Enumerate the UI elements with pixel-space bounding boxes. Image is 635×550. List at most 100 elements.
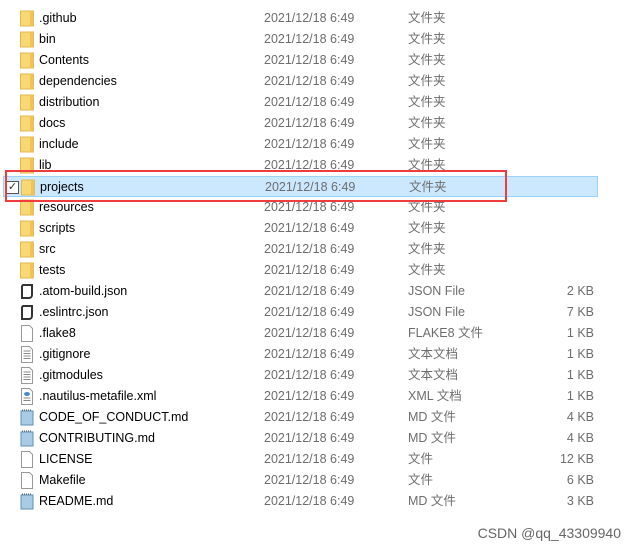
file-type: JSON File	[408, 305, 465, 319]
folder-icon	[20, 10, 34, 27]
file-row[interactable]: resources 2021/12/18 6:49 文件夹	[3, 197, 598, 218]
blank-file-icon	[20, 472, 34, 489]
file-type: 文件夹	[408, 242, 446, 256]
file-type: MD 文件	[408, 410, 456, 424]
row-checkbox[interactable]: ✓	[6, 181, 19, 194]
file-name: tests	[39, 263, 66, 277]
file-type: 文件夹	[408, 116, 446, 130]
file-row[interactable]: LICENSE 2021/12/18 6:49 文件 12 KB	[3, 449, 598, 470]
file-name: Contents	[39, 53, 90, 67]
file-row[interactable]: distribution 2021/12/18 6:49 文件夹	[3, 92, 598, 113]
file-row[interactable]: .nautilus-metafile.xml 2021/12/18 6:49 XML…	[3, 386, 598, 407]
file-type: 文件夹	[408, 32, 446, 46]
file-type: JSON File	[408, 284, 465, 298]
file-row[interactable]: .eslintrc.json 2021/12/18 6:49 JSON File 7 …	[3, 302, 598, 323]
file-date: 2021/12/18 6:49	[264, 11, 355, 25]
file-name: .github	[39, 11, 77, 25]
file-name: .flake8	[39, 326, 76, 340]
file-date: 2021/12/18 6:49	[264, 95, 355, 109]
file-date: 2021/12/18 6:49	[264, 137, 355, 151]
folder-icon	[20, 73, 34, 90]
json-file-icon	[20, 283, 34, 300]
file-size: 1 KB	[566, 326, 594, 340]
file-name: LICENSE	[39, 452, 93, 466]
file-type: 文件夹	[408, 53, 446, 67]
folder-icon	[20, 31, 34, 48]
file-name: bin	[39, 32, 56, 46]
file-date: 2021/12/18 6:49	[264, 242, 355, 256]
file-row[interactable]: ✓ projects 2021/12/18 6:49 文件夹	[3, 176, 598, 197]
file-row[interactable]: .flake8 2021/12/18 6:49 FLAKE8 文件 1 KB	[3, 323, 598, 344]
file-date: 2021/12/18 6:49	[264, 284, 355, 298]
folder-icon	[20, 94, 34, 111]
file-row[interactable]: Makefile 2021/12/18 6:49 文件 6 KB	[3, 470, 598, 491]
file-name: distribution	[39, 95, 100, 109]
folder-icon	[20, 136, 34, 153]
file-date: 2021/12/18 6:49	[264, 326, 355, 340]
folder-icon	[20, 199, 34, 216]
file-row[interactable]: .gitmodules 2021/12/18 6:49 文本文档 1 KB	[3, 365, 598, 386]
file-name: src	[39, 242, 56, 256]
file-row[interactable]: scripts 2021/12/18 6:49 文件夹	[3, 218, 598, 239]
blank-file-icon	[20, 451, 34, 468]
file-row[interactable]: Contents 2021/12/18 6:49 文件夹	[3, 50, 598, 71]
file-date: 2021/12/18 6:49	[264, 347, 355, 361]
text-file-icon	[20, 367, 34, 384]
file-date: 2021/12/18 6:49	[264, 431, 355, 445]
file-size: 4 KB	[566, 410, 594, 424]
file-size: 6 KB	[566, 473, 594, 487]
file-row[interactable]: CODE_OF_CONDUCT.md 2021/12/18 6:49 MD 文件 4 …	[3, 407, 598, 428]
md-file-icon	[20, 409, 34, 426]
json-file-icon	[20, 304, 34, 321]
md-file-icon	[20, 430, 34, 447]
file-row[interactable]: tests 2021/12/18 6:49 文件夹	[3, 260, 598, 281]
folder-icon	[20, 220, 34, 237]
file-date: 2021/12/18 6:49	[264, 116, 355, 130]
file-type: 文件夹	[408, 158, 446, 172]
file-type: 文件夹	[408, 200, 446, 214]
file-date: 2021/12/18 6:49	[264, 74, 355, 88]
file-name: dependencies	[39, 74, 117, 88]
file-name: .eslintrc.json	[39, 305, 109, 319]
file-type: MD 文件	[408, 431, 456, 445]
file-row[interactable]: include 2021/12/18 6:49 文件夹	[3, 134, 598, 155]
file-type: 文件夹	[408, 221, 446, 235]
file-date: 2021/12/18 6:49	[264, 410, 355, 424]
file-date: 2021/12/18 6:49	[264, 263, 355, 277]
file-type: FLAKE8 文件	[408, 326, 484, 340]
file-name: projects	[40, 180, 84, 194]
file-row[interactable]: .gitignore 2021/12/18 6:49 文本文档 1 KB	[3, 344, 598, 365]
file-row[interactable]: docs 2021/12/18 6:49 文件夹	[3, 113, 598, 134]
file-date: 2021/12/18 6:49	[264, 494, 355, 508]
file-row[interactable]: CONTRIBUTING.md 2021/12/18 6:49 MD 文件 4 KB	[3, 428, 598, 449]
watermark: CSDN @qq_43309940	[477, 525, 621, 541]
file-date: 2021/12/18 6:49	[264, 53, 355, 67]
folder-icon	[21, 179, 35, 196]
folder-icon	[20, 262, 34, 279]
file-row[interactable]: src 2021/12/18 6:49 文件夹	[3, 239, 598, 260]
file-name: .gitmodules	[39, 368, 103, 382]
md-file-icon	[20, 493, 34, 510]
blank-file-icon	[20, 325, 34, 342]
file-name: include	[39, 137, 79, 151]
file-name: resources	[39, 200, 94, 214]
file-date: 2021/12/18 6:49	[264, 200, 355, 214]
file-date: 2021/12/18 6:49	[264, 452, 355, 466]
file-row[interactable]: README.md 2021/12/18 6:49 MD 文件 3 KB	[3, 491, 598, 512]
file-row[interactable]: dependencies 2021/12/18 6:49 文件夹	[3, 71, 598, 92]
file-row[interactable]: .github 2021/12/18 6:49 文件夹	[3, 8, 598, 29]
file-date: 2021/12/18 6:49	[264, 473, 355, 487]
text-file-icon	[20, 346, 34, 363]
file-type: MD 文件	[408, 494, 456, 508]
file-name: .atom-build.json	[39, 284, 128, 298]
file-name: scripts	[39, 221, 76, 235]
file-name: lib	[39, 158, 52, 172]
folder-icon	[20, 52, 34, 69]
file-name: CONTRIBUTING.md	[39, 431, 155, 445]
file-row[interactable]: bin 2021/12/18 6:49 文件夹	[3, 29, 598, 50]
file-row[interactable]: lib 2021/12/18 6:49 文件夹	[3, 155, 598, 176]
file-name: .gitignore	[39, 347, 91, 361]
file-size: 2 KB	[566, 284, 594, 298]
file-type: 文本文档	[408, 368, 459, 382]
file-row[interactable]: .atom-build.json 2021/12/18 6:49 JSON File…	[3, 281, 598, 302]
